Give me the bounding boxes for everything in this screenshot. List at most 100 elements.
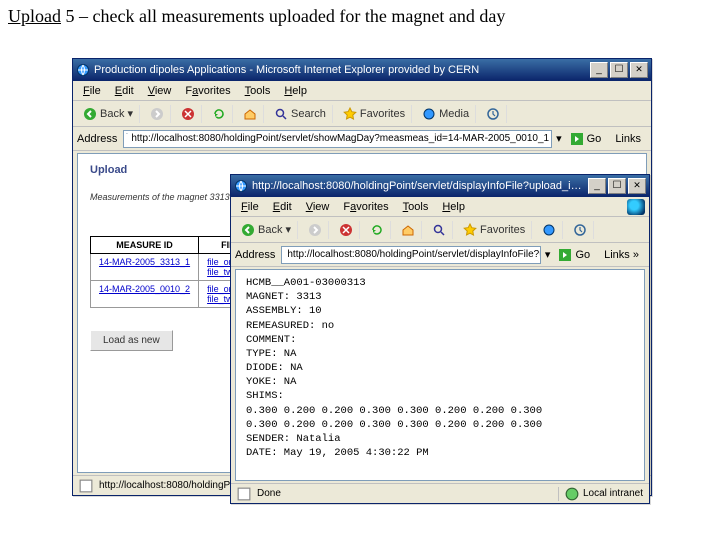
- caption-underline: Upload: [8, 6, 61, 26]
- search-button[interactable]: [426, 221, 453, 239]
- links-label[interactable]: Links: [609, 133, 647, 145]
- forward-button[interactable]: [302, 221, 329, 239]
- close-button[interactable]: [630, 62, 648, 78]
- caption-rest: 5 – check all measurements uploaded for …: [61, 6, 505, 26]
- links-label[interactable]: Links »: [598, 249, 645, 261]
- measure-id-link[interactable]: 14-MAR-2005_3313_1: [99, 257, 190, 267]
- refresh-button[interactable]: [206, 105, 233, 123]
- star-icon: [343, 107, 357, 121]
- file-text: HCMB__A001-03000313 MAGNET: 3313 ASSEMBL…: [236, 270, 644, 466]
- address-input[interactable]: http://localhost:8080/holdingPoint/servl…: [123, 130, 552, 148]
- ie-logo-icon: [627, 199, 645, 215]
- go-button[interactable]: Go: [554, 248, 594, 262]
- media-label: Media: [439, 108, 469, 120]
- minimize-button[interactable]: [588, 178, 606, 194]
- menu-view[interactable]: View: [142, 83, 178, 99]
- media-icon: [422, 107, 436, 121]
- forward-arrow-icon: [308, 223, 322, 237]
- back-button[interactable]: Back ▾: [77, 105, 140, 123]
- history-icon: [486, 107, 500, 121]
- address-bar: Address http://localhost:8080/holdingPoi…: [73, 127, 651, 151]
- menu-bar: File Edit View Favorites Tools Help: [231, 197, 649, 217]
- media-button[interactable]: Media: [416, 105, 476, 123]
- home-button[interactable]: [395, 221, 422, 239]
- favorites-button[interactable]: Favorites: [457, 221, 532, 239]
- address-input[interactable]: http://localhost:8080/holdingPoint/servl…: [281, 246, 541, 264]
- history-button[interactable]: [480, 105, 507, 123]
- maximize-button[interactable]: [610, 62, 628, 78]
- ie-window-popup: http://localhost:8080/holdingPoint/servl…: [230, 174, 650, 504]
- menu-view[interactable]: View: [300, 199, 336, 215]
- titlebar[interactable]: http://localhost:8080/holdingPoint/servl…: [231, 175, 649, 197]
- go-icon: [558, 248, 572, 262]
- back-label: Back: [258, 224, 282, 236]
- address-url: http://localhost:8080/holdingPoint/servl…: [131, 133, 549, 144]
- go-icon: [570, 132, 584, 146]
- page-icon: [237, 487, 251, 501]
- media-button[interactable]: [536, 221, 563, 239]
- page-icon: [79, 479, 93, 493]
- toolbar: Back ▾ Search Favorites Media: [73, 101, 651, 127]
- forward-arrow-icon: [150, 107, 164, 121]
- minimize-button[interactable]: [590, 62, 608, 78]
- favorites-label: Favorites: [360, 108, 405, 120]
- go-label: Go: [575, 249, 590, 261]
- menu-help[interactable]: Help: [436, 199, 471, 215]
- back-label: Back: [100, 108, 124, 120]
- refresh-icon: [370, 223, 384, 237]
- menu-file[interactable]: File: [77, 83, 107, 99]
- star-icon: [463, 223, 477, 237]
- security-zone: Local intranet: [558, 487, 643, 501]
- stop-button[interactable]: [333, 221, 360, 239]
- stop-icon: [339, 223, 353, 237]
- home-icon: [401, 223, 415, 237]
- menu-tools[interactable]: Tools: [397, 199, 435, 215]
- forward-button[interactable]: [144, 105, 171, 123]
- search-icon: [274, 107, 288, 121]
- search-label: Search: [291, 108, 326, 120]
- go-label: Go: [587, 133, 602, 145]
- favorites-label: Favorites: [480, 224, 525, 236]
- page-content: HCMB__A001-03000313 MAGNET: 3313 ASSEMBL…: [235, 269, 645, 481]
- search-button[interactable]: Search: [268, 105, 333, 123]
- page-icon: [126, 133, 128, 145]
- home-icon: [243, 107, 257, 121]
- address-bar: Address http://localhost:8080/holdingPoi…: [231, 243, 649, 267]
- menu-edit[interactable]: Edit: [267, 199, 298, 215]
- menu-file[interactable]: File: [235, 199, 265, 215]
- home-button[interactable]: [237, 105, 264, 123]
- measure-id-link[interactable]: 14-MAR-2005_0010_2: [99, 284, 190, 294]
- menu-tools[interactable]: Tools: [239, 83, 277, 99]
- back-button[interactable]: Back ▾: [235, 221, 298, 239]
- chevron-down-icon: ▾: [285, 223, 291, 236]
- menu-help[interactable]: Help: [278, 83, 313, 99]
- ie-icon: [234, 179, 248, 193]
- address-label: Address: [77, 133, 119, 145]
- address-label: Address: [235, 249, 277, 261]
- col-measure-id: MEASURE ID: [91, 237, 199, 254]
- titlebar[interactable]: Production dipoles Applications - Micros…: [73, 59, 651, 81]
- page-caption: Upload 5 – check all measurements upload…: [8, 6, 505, 27]
- menu-favorites[interactable]: Favorites: [179, 83, 236, 99]
- favorites-button[interactable]: Favorites: [337, 105, 412, 123]
- close-button[interactable]: [628, 178, 646, 194]
- history-icon: [573, 223, 587, 237]
- toolbar: Back ▾ Favorites: [231, 217, 649, 243]
- refresh-button[interactable]: [364, 221, 391, 239]
- load-as-new-button[interactable]: Load as new: [90, 330, 173, 351]
- menu-bar: File Edit View Favorites Tools Help: [73, 81, 651, 101]
- media-icon: [542, 223, 556, 237]
- zone-label: Local intranet: [583, 488, 643, 499]
- maximize-button[interactable]: [608, 178, 626, 194]
- menu-edit[interactable]: Edit: [109, 83, 140, 99]
- menu-favorites[interactable]: Favorites: [337, 199, 394, 215]
- history-button[interactable]: [567, 221, 594, 239]
- go-button[interactable]: Go: [566, 132, 606, 146]
- status-text: Done: [257, 488, 281, 499]
- address-dropdown[interactable]: ▾: [556, 132, 562, 145]
- address-dropdown[interactable]: ▾: [545, 248, 551, 261]
- stop-button[interactable]: [175, 105, 202, 123]
- search-icon: [432, 223, 446, 237]
- back-arrow-icon: [241, 223, 255, 237]
- status-bar: Done Local intranet: [231, 483, 649, 503]
